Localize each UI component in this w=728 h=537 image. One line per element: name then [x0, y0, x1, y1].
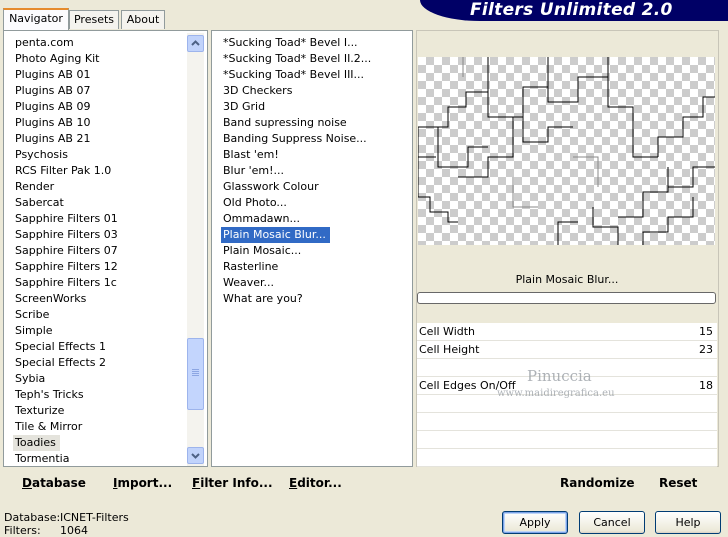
category-item[interactable]: Sybia	[13, 371, 118, 387]
category-item[interactable]: Tormentia	[13, 451, 118, 467]
watermark-site: www.maidiregrafica.eu	[497, 388, 615, 399]
filter-item[interactable]: Blast 'em!	[221, 147, 371, 163]
filter-item[interactable]: Plain Mosaic...	[221, 243, 371, 259]
category-item[interactable]: penta.com	[13, 35, 118, 51]
category-list: penta.com Photo Aging Kit Plugins AB 01 Plu…	[13, 35, 118, 467]
filter-item[interactable]: *Sucking Toad* Bevel II.2...	[221, 51, 371, 67]
category-item[interactable]: Toadies	[13, 435, 60, 451]
import-button[interactable]: Import...	[113, 475, 172, 491]
param-value: 15	[699, 325, 713, 338]
category-item[interactable]: Special Effects 2	[13, 355, 118, 371]
mosaic-preview-graphic	[418, 57, 715, 245]
filter-info-button[interactable]: Filter Info...	[192, 475, 273, 491]
category-item[interactable]: Sapphire Filters 01	[13, 211, 118, 227]
filter-item[interactable]: *Sucking Toad* Bevel III...	[221, 67, 371, 83]
category-item[interactable]: Scribe	[13, 307, 118, 323]
filter-item[interactable]: Weaver...	[221, 275, 371, 291]
filter-item[interactable]: Rasterline	[221, 259, 371, 275]
category-item[interactable]: Sapphire Filters 07	[13, 243, 118, 259]
tab-about[interactable]: About	[121, 10, 165, 29]
category-item[interactable]: Plugins AB 21	[13, 131, 118, 147]
category-item[interactable]: Psychosis	[13, 147, 118, 163]
category-item[interactable]: Special Effects 1	[13, 339, 118, 355]
param-row-empty[interactable]	[417, 449, 717, 467]
filter-item[interactable]: What are you?	[221, 291, 371, 307]
tab-navigator[interactable]: Navigator	[3, 8, 69, 30]
category-item[interactable]: Sapphire Filters 1c	[13, 275, 118, 291]
status-database-label: Database:	[4, 511, 61, 524]
param-value: 18	[699, 379, 713, 392]
param-label: Cell Width	[419, 325, 476, 338]
chevron-down-icon	[191, 453, 200, 459]
current-filter-name: Plain Mosaic Blur...	[515, 273, 619, 286]
cancel-button[interactable]: Cancel	[579, 511, 645, 534]
filter-item[interactable]: *Sucking Toad* Bevel I...	[221, 35, 371, 51]
help-button[interactable]: Help	[655, 511, 721, 534]
filter-item[interactable]: 3D Checkers	[221, 83, 371, 99]
category-item[interactable]: Sapphire Filters 03	[13, 227, 118, 243]
filter-item[interactable]: Plain Mosaic Blur...	[221, 227, 330, 243]
status-filters-value: 1064	[60, 524, 88, 537]
category-scrollbar[interactable]	[187, 33, 204, 466]
watermark-name: Pinuccia	[527, 367, 592, 385]
scroll-up-button[interactable]	[187, 35, 204, 52]
scroll-down-button[interactable]	[187, 447, 204, 464]
randomize-button[interactable]: Randomize	[560, 475, 634, 491]
chevron-up-icon	[191, 40, 200, 46]
progress-bar	[417, 292, 716, 304]
param-label: Cell Height	[419, 343, 480, 356]
category-item[interactable]: Plugins AB 09	[13, 99, 118, 115]
status-filters-label: Filters:	[4, 524, 41, 537]
category-item[interactable]: Plugins AB 01	[13, 67, 118, 83]
filter-list: *Sucking Toad* Bevel I... *Sucking Toad* …	[221, 35, 371, 307]
tab-presets[interactable]: Presets	[69, 10, 119, 29]
filter-item[interactable]: Glasswork Colour	[221, 179, 371, 195]
filter-item[interactable]: Banding Suppress Noise...	[221, 131, 371, 147]
filter-item[interactable]: Ommadawn...	[221, 211, 371, 227]
category-item[interactable]: Sapphire Filters 12	[13, 259, 118, 275]
param-row-cell-width[interactable]: Cell Width 15	[417, 323, 717, 341]
param-value: 23	[699, 343, 713, 356]
reset-button[interactable]: Reset	[659, 475, 697, 491]
category-item[interactable]: Teph's Tricks	[13, 387, 118, 403]
database-button[interactable]: Database	[22, 475, 86, 491]
param-row-empty[interactable]	[417, 413, 717, 431]
category-item[interactable]: Tile & Mirror	[13, 419, 118, 435]
category-item[interactable]: Render	[13, 179, 118, 195]
category-item[interactable]: Plugins AB 10	[13, 115, 118, 131]
category-item[interactable]: Texturize	[13, 403, 118, 419]
filter-item[interactable]: 3D Grid	[221, 99, 371, 115]
category-item[interactable]: ScreenWorks	[13, 291, 118, 307]
param-row-cell-height[interactable]: Cell Height 23	[417, 341, 717, 359]
app-title: Filters Unlimited 2.0	[470, 0, 673, 20]
filter-preview	[418, 57, 715, 245]
filter-item[interactable]: Old Photo...	[221, 195, 371, 211]
category-item[interactable]: Sabercat	[13, 195, 118, 211]
filter-item[interactable]: Blur 'em!...	[221, 163, 371, 179]
category-item[interactable]: Plugins AB 07	[13, 83, 118, 99]
status-database-value: ICNET-Filters	[60, 511, 129, 524]
category-item[interactable]: RCS Filter Pak 1.0	[13, 163, 118, 179]
filter-item[interactable]: Band supressing noise	[221, 115, 371, 131]
editor-button[interactable]: Editor...	[289, 475, 342, 491]
category-item[interactable]: Simple	[13, 323, 118, 339]
param-row-empty[interactable]	[417, 431, 717, 449]
category-item[interactable]: Photo Aging Kit	[13, 51, 118, 67]
scroll-thumb[interactable]	[187, 338, 204, 410]
apply-button[interactable]: Apply	[502, 511, 568, 534]
